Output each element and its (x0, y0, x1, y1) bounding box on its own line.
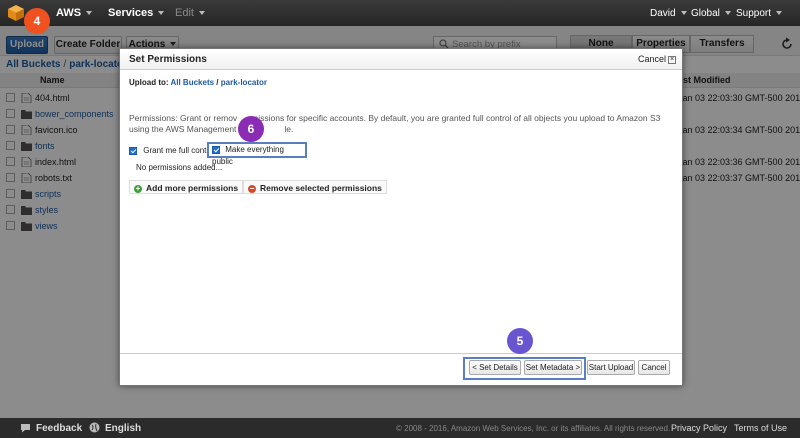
top-nav: AWS Services Edit David Global Support (0, 0, 800, 26)
dialog-footer-divider (120, 353, 682, 354)
services-menu[interactable]: Services (108, 7, 165, 19)
footer-buttons-highlight (463, 357, 586, 380)
close-icon: × (668, 55, 676, 64)
privacy-policy-link[interactable]: Privacy Policy (671, 423, 727, 433)
plus-icon: + (134, 183, 142, 193)
page-footer: Feedback English © 2008 - 2016, Amazon W… (0, 418, 800, 438)
grant-full-control-row: Grant me full contro (129, 146, 213, 155)
user-menu[interactable]: David (650, 8, 687, 19)
step-badge-4: 4 (24, 8, 50, 34)
chevron-down-icon (776, 11, 783, 16)
upload-to-all-buckets-link[interactable]: All Buckets (170, 78, 214, 87)
aws-cube-icon[interactable] (6, 3, 26, 23)
upload-to-bucket-link[interactable]: park-locator (221, 78, 267, 87)
dialog-title: Set Permissions (129, 54, 207, 65)
language-selector[interactable]: English (105, 423, 141, 434)
region-menu[interactable]: Global (691, 8, 731, 19)
start-upload-button[interactable]: Start Upload (587, 360, 635, 375)
permissions-description: Permissions: Grant or remov missions for … (129, 113, 661, 134)
globe-icon (89, 422, 100, 433)
chevron-down-icon (158, 11, 165, 16)
dialog-title-bar: Set Permissions Cancel × (120, 49, 682, 70)
grant-full-control-label: Grant me full contro (143, 146, 214, 155)
set-permissions-dialog: Set Permissions Cancel × Upload to: All B… (119, 48, 683, 386)
feedback-link[interactable]: Feedback (36, 423, 82, 434)
step-badge-5: 5 (507, 328, 533, 354)
no-permissions-text: No permissions added... (136, 163, 223, 172)
speech-bubble-icon (21, 424, 30, 433)
make-public-checkbox[interactable] (212, 145, 220, 154)
aws-menu[interactable]: AWS (56, 7, 93, 19)
upload-to-separator: / (216, 78, 219, 87)
remove-permissions-button[interactable]: − Remove selected permissions (243, 180, 387, 194)
chevron-down-icon (198, 11, 205, 16)
edit-menu[interactable]: Edit (175, 7, 205, 19)
dialog-cancel-link[interactable]: Cancel × (638, 54, 676, 64)
add-permissions-button[interactable]: + Add more permissions (129, 180, 244, 194)
upload-destination: Upload to: All Buckets / park-locator (129, 78, 267, 87)
minus-icon: − (248, 183, 256, 193)
upload-to-label: Upload to: (129, 78, 169, 87)
terms-of-use-link[interactable]: Terms of Use (734, 423, 787, 433)
make-public-highlight: Make everything public (207, 142, 307, 166)
step-badge-6: 6 (238, 116, 264, 142)
chevron-down-icon (86, 11, 93, 16)
grant-full-control-checkbox[interactable] (129, 146, 137, 155)
cancel-button[interactable]: Cancel (638, 360, 670, 375)
chevron-down-icon (724, 11, 731, 16)
copyright-text: © 2008 - 2016, Amazon Web Services, Inc.… (396, 424, 671, 433)
chevron-down-icon (680, 11, 687, 16)
support-menu[interactable]: Support (736, 8, 783, 19)
